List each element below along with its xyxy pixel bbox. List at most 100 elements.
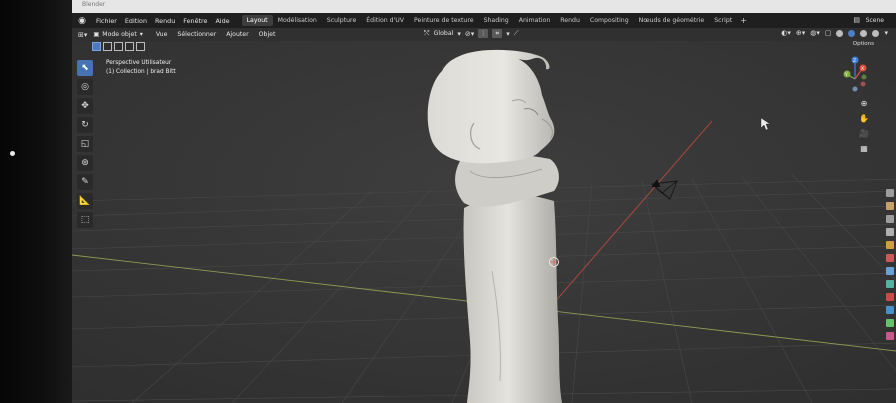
tool-properties-icon[interactable] bbox=[886, 189, 894, 197]
snap-toggle-icon[interactable]: ⋮ bbox=[478, 29, 489, 38]
options-dropdown[interactable]: Options bbox=[853, 41, 874, 47]
viewport-info-overlay: Perspective Utilisateur (1) Collection |… bbox=[106, 59, 176, 77]
xray-toggle-icon[interactable]: ▢ bbox=[825, 29, 832, 37]
mode-selector[interactable]: ▣ Mode objet ▾ bbox=[93, 31, 142, 38]
chevron-down-icon: ▾ bbox=[506, 29, 510, 38]
view-layer-properties-icon[interactable] bbox=[886, 228, 894, 236]
gizmo-z-label: Z bbox=[853, 58, 856, 64]
visibility-icon[interactable]: ◐▾ bbox=[781, 29, 791, 37]
3d-viewport[interactable]: Z X Y Perspective Utilisateur (1) Collec… bbox=[72, 41, 896, 403]
select-tool-icon[interactable]: ⬉ bbox=[77, 60, 93, 76]
rendered-shading-icon[interactable] bbox=[872, 29, 880, 37]
view-name: Perspective Utilisateur bbox=[106, 60, 172, 66]
select-intersect-icon[interactable] bbox=[136, 42, 145, 51]
gizmo-neg-z-handle[interactable] bbox=[852, 86, 858, 92]
world-properties-icon[interactable] bbox=[886, 254, 894, 262]
tab-script[interactable]: Script bbox=[709, 15, 737, 26]
particle-properties-icon[interactable] bbox=[886, 293, 894, 301]
scene-selector[interactable]: ▤ Scene bbox=[852, 15, 884, 25]
tab-rendu[interactable]: Rendu bbox=[555, 15, 585, 26]
output-properties-icon[interactable] bbox=[886, 215, 894, 223]
menu-selectionner[interactable]: Sélectionner bbox=[177, 31, 216, 38]
cursor-tool-icon[interactable]: ◎ bbox=[77, 79, 93, 95]
pan-hand-icon[interactable]: ✋ bbox=[858, 113, 870, 125]
gizmo-neg-y-handle[interactable] bbox=[861, 74, 867, 80]
tab-peinture-texture[interactable]: Peinture de texture bbox=[409, 15, 479, 26]
move-tool-icon[interactable]: ✥ bbox=[77, 98, 93, 114]
tab-modelisation[interactable]: Modélisation bbox=[273, 15, 322, 26]
proportional-edit-icon[interactable]: ⟋ bbox=[514, 29, 519, 38]
window-titlebar: Blender bbox=[72, 0, 896, 13]
properties-tab-strip bbox=[884, 189, 896, 340]
viewport-right-controls: ◐▾ ⊕▾ ◍▾ ▢ ▾ bbox=[781, 29, 888, 37]
snap-target-icon[interactable]: ⌗ bbox=[492, 29, 503, 38]
viewport-canvas: Z X Y bbox=[72, 41, 896, 403]
bezel-led bbox=[10, 151, 15, 156]
editor-type-icon[interactable]: ⊞▾ bbox=[78, 31, 87, 39]
data-properties-icon[interactable] bbox=[886, 319, 894, 327]
modifier-properties-icon[interactable] bbox=[886, 280, 894, 288]
top-menubar: ◉ Fichier Edition Rendu Fenêtre Aide Lay… bbox=[72, 13, 896, 28]
tab-edition-uv[interactable]: Édition d'UV bbox=[361, 15, 409, 26]
add-cube-tool-icon[interactable]: ⬚ bbox=[77, 212, 93, 228]
menu-fichier[interactable]: Fichier bbox=[96, 17, 117, 25]
blender-logo-icon[interactable]: ◉ bbox=[76, 15, 88, 27]
gizmo-neg-x-handle[interactable] bbox=[860, 81, 866, 87]
tool-shelf: ⬉ ◎ ✥ ↻ ◱ ⊛ ✎ 📐 ⬚ bbox=[77, 60, 95, 228]
blender-window: Blender ◉ Fichier Edition Rendu Fenêtre … bbox=[72, 0, 896, 403]
chevron-down-icon: ▾ bbox=[457, 29, 461, 38]
scene-label: Scene bbox=[865, 16, 884, 24]
tab-noeuds-geometrie[interactable]: Nœuds de géométrie bbox=[634, 15, 710, 26]
solid-shading-icon[interactable] bbox=[848, 29, 856, 37]
select-invert-icon[interactable] bbox=[125, 42, 134, 51]
transform-orientation-icon: ⤲ bbox=[424, 29, 430, 37]
measure-tool-icon[interactable]: 📐 bbox=[77, 193, 93, 209]
select-new-icon[interactable] bbox=[92, 42, 101, 51]
tab-compositing[interactable]: Compositing bbox=[585, 15, 634, 26]
material-shading-icon[interactable] bbox=[860, 29, 868, 37]
overlay-toggle-icon[interactable]: ◍▾ bbox=[810, 29, 820, 37]
chevron-down-icon[interactable]: ▾ bbox=[884, 29, 888, 37]
scale-tool-icon[interactable]: ◱ bbox=[77, 136, 93, 152]
menu-edition[interactable]: Edition bbox=[125, 17, 147, 25]
viewport-header: ⊞▾ ▣ Mode objet ▾ Vue Sélectionner Ajout… bbox=[72, 28, 896, 41]
tab-animation[interactable]: Animation bbox=[514, 15, 556, 26]
tab-layout[interactable]: Layout bbox=[241, 15, 273, 26]
window-title: Blender bbox=[82, 1, 106, 8]
orientation-label[interactable]: Global bbox=[434, 30, 454, 37]
chevron-down-icon: ▾ bbox=[139, 31, 143, 38]
gizmo-toggle-icon[interactable]: ⊕▾ bbox=[796, 29, 805, 37]
scene-icon: ▤ bbox=[853, 16, 861, 24]
gizmo-y-label: Y bbox=[844, 72, 848, 78]
pivot-point-icon[interactable]: ⊘▾ bbox=[465, 30, 474, 38]
menu-ajouter[interactable]: Ajouter bbox=[226, 31, 248, 38]
tab-shading[interactable]: Shading bbox=[479, 15, 514, 26]
menu-aide[interactable]: Aide bbox=[215, 17, 229, 25]
menu-vue[interactable]: Vue bbox=[156, 31, 168, 38]
zoom-icon[interactable]: ⊕ bbox=[858, 98, 870, 110]
perspective-toggle-icon[interactable]: ▦ bbox=[858, 143, 870, 155]
render-properties-icon[interactable] bbox=[886, 202, 894, 210]
scene-properties-icon[interactable] bbox=[886, 241, 894, 249]
tab-sculpture[interactable]: Sculpture bbox=[322, 15, 361, 26]
menu-fenetre[interactable]: Fenêtre bbox=[183, 17, 207, 25]
physics-properties-icon[interactable] bbox=[886, 306, 894, 314]
select-subtract-icon[interactable] bbox=[114, 42, 123, 51]
annotate-tool-icon[interactable]: ✎ bbox=[77, 174, 93, 190]
mode-label: Mode objet bbox=[102, 31, 137, 38]
selection-mode-strip bbox=[92, 42, 145, 53]
menu-objet[interactable]: Objet bbox=[259, 31, 276, 38]
rotate-tool-icon[interactable]: ↻ bbox=[77, 117, 93, 133]
active-collection: (1) Collection | brad Bitt bbox=[106, 69, 176, 75]
camera-view-icon[interactable]: 🎥 bbox=[858, 128, 870, 140]
wireframe-shading-icon[interactable] bbox=[836, 29, 844, 37]
object-mode-icon: ▣ bbox=[93, 31, 100, 38]
object-properties-icon[interactable] bbox=[886, 267, 894, 275]
menu-rendu[interactable]: Rendu bbox=[155, 17, 175, 25]
add-workspace-button[interactable]: + bbox=[740, 16, 747, 25]
select-extend-icon[interactable] bbox=[103, 42, 112, 51]
material-properties-icon[interactable] bbox=[886, 332, 894, 340]
monitor-bezel bbox=[0, 0, 72, 403]
gizmo-x-label: X bbox=[861, 66, 864, 72]
transform-tool-icon[interactable]: ⊛ bbox=[77, 155, 93, 171]
